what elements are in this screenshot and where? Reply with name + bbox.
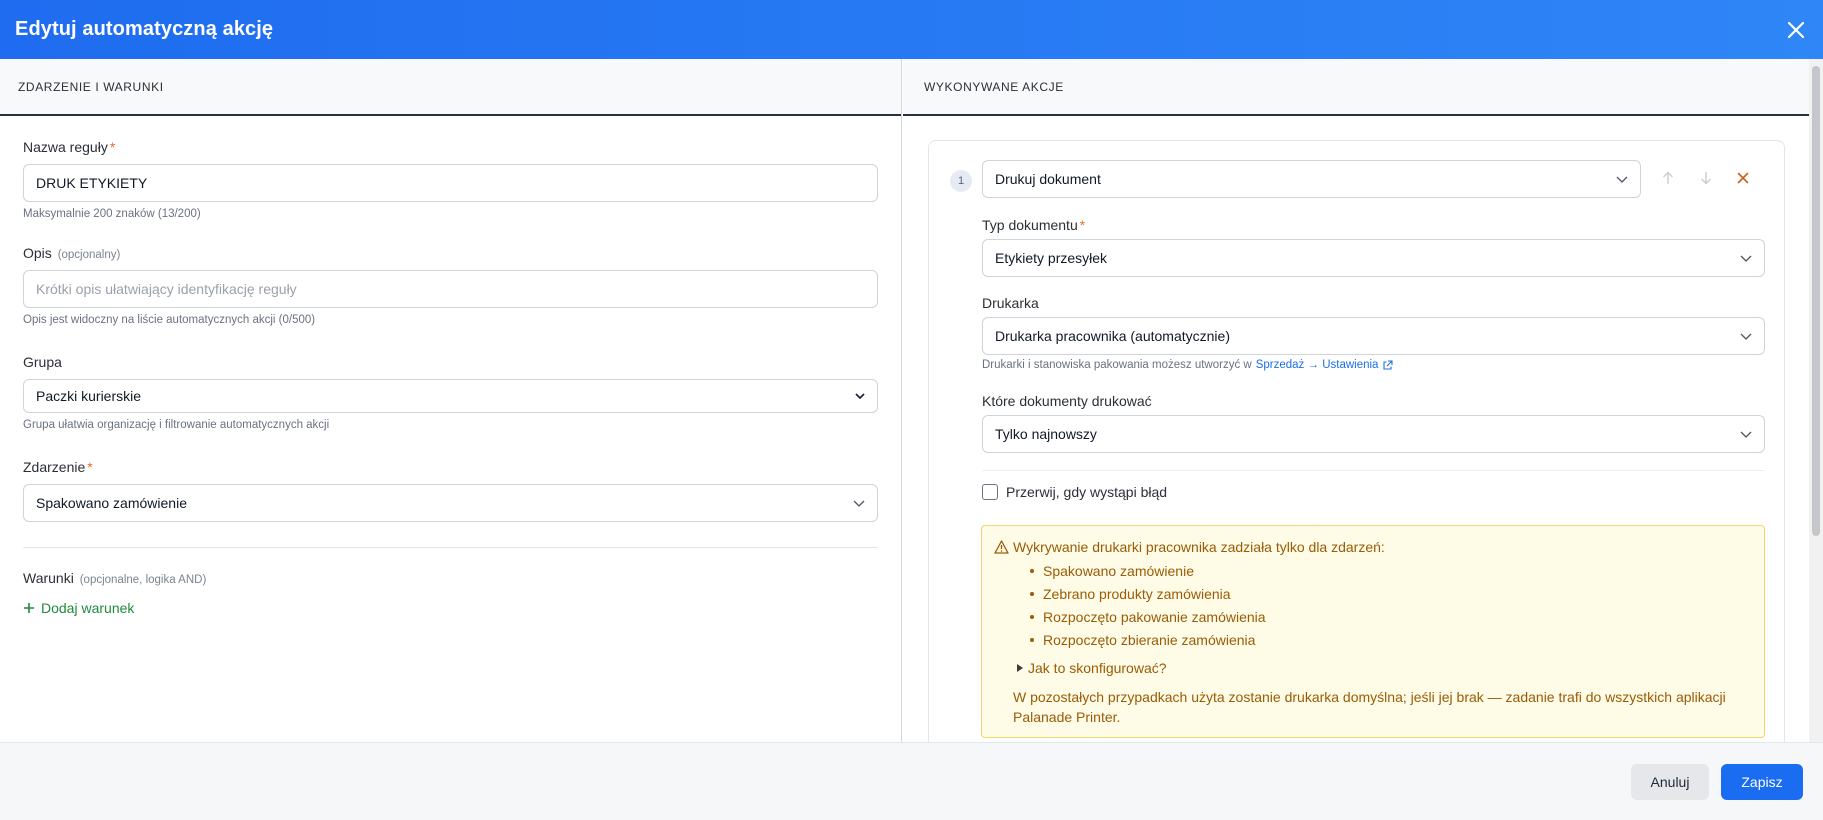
event-label: Zdarzenie * [23, 459, 93, 475]
document-type-label: Typ dokumentu * [982, 217, 1086, 233]
chevron-down-icon [1740, 333, 1752, 340]
actions-panel: WYKONYWANE AKCJE 1 Drukuj dokument Typ d… [903, 59, 1809, 742]
description-label: Opis (opcjonalny) [23, 245, 121, 261]
list-item: Spakowano zamówienie [1030, 563, 1194, 579]
actions-header: WYKONYWANE AKCJE [903, 59, 1809, 116]
description-input[interactable]: Krótki opis ułatwiający identyfikację re… [23, 270, 878, 308]
dialog-footer: Anuluj Zapisz [0, 742, 1823, 820]
list-item: Rozpoczęto pakowanie zamówienia [1030, 609, 1266, 625]
warning-note: W pozostałych przypadkach użyta zostanie… [1013, 689, 1726, 725]
how-to-configure-toggle[interactable]: Jak to skonfigurować? [1017, 660, 1167, 676]
rule-name-label: Nazwa reguły * [23, 139, 116, 155]
arrow-up-icon[interactable] [1658, 168, 1678, 188]
warning-triangle-icon [994, 540, 1009, 554]
close-icon[interactable] [1783, 17, 1809, 43]
event-conditions-panel: ZDARZENIE I WARUNKI Nazwa reguły * DRUK E… [0, 59, 902, 742]
action-card: 1 Drukuj dokument Typ dokumentu * Etykiet… [928, 140, 1785, 742]
dialog-title: Edytuj automatyczną akcję [15, 18, 274, 40]
event-select[interactable]: Spakowano zamówienie [23, 484, 878, 522]
scrollbar[interactable] [1809, 59, 1823, 742]
list-item: Rozpoczęto zbieranie zamówienia [1030, 632, 1255, 648]
stop-on-error-option[interactable]: Przerwij, gdy wystąpi błąd [982, 484, 1167, 500]
printer-warning-box: Wykrywanie drukarki pracownika zadziała … [981, 525, 1765, 738]
arrow-down-icon[interactable] [1696, 168, 1716, 188]
chevron-down-icon [853, 500, 865, 507]
rule-name-input[interactable]: DRUK ETYKIETY [23, 164, 878, 202]
add-condition-button[interactable]: Dodaj warunek [23, 600, 901, 616]
description-help: Opis jest widoczny na liście automatyczn… [23, 314, 316, 326]
printer-help: Drukarki i stanowiska pakowania możesz u… [982, 359, 1394, 371]
group-label: Grupa [23, 354, 62, 370]
group-help: Grupa ułatwia organizację i filtrowanie … [23, 419, 330, 431]
rule-form: Nazwa reguły * DRUK ETYKIETY Maksymalnie … [0, 139, 901, 616]
chevron-down-icon [1740, 431, 1752, 438]
chevron-down-icon [855, 392, 865, 399]
chevron-down-icon [1616, 176, 1628, 183]
sales-settings-link[interactable]: Sprzedaż → Ustawienia [1256, 359, 1379, 371]
document-type-select[interactable]: Etykiety przesyłek [982, 239, 1765, 277]
dialog-header: Edytuj automatyczną akcję [0, 0, 1823, 59]
chevron-down-icon [1740, 255, 1752, 262]
conditions-label: Warunki (opcjonalne, logika AND) [23, 570, 207, 586]
action-type-select[interactable]: Drukuj dokument [982, 160, 1641, 198]
warning-title: Wykrywanie drukarki pracownika zadziała … [1013, 539, 1385, 555]
external-link-icon [1383, 359, 1394, 370]
stop-on-error-checkbox[interactable] [982, 484, 998, 500]
printer-select[interactable]: Drukarka pracownika (automatycznie) [982, 317, 1765, 355]
divider [982, 470, 1765, 471]
group-select[interactable]: Paczki kurierskie [23, 379, 878, 413]
list-item: Zebrano produkty zamówienia [1030, 586, 1231, 602]
divider [23, 547, 878, 548]
event-conditions-header: ZDARZENIE I WARUNKI [0, 59, 901, 116]
scrollbar-thumb[interactable] [1812, 66, 1820, 536]
action-number-badge: 1 [950, 170, 972, 192]
plus-icon [24, 603, 34, 613]
which-documents-select[interactable]: Tylko najnowszy [982, 415, 1765, 453]
remove-icon[interactable] [1733, 168, 1753, 188]
rule-name-help: Maksymalnie 200 znaków (13/200) [23, 208, 201, 220]
which-documents-label: Które dokumenty drukować [982, 393, 1152, 409]
cancel-button[interactable]: Anuluj [1631, 764, 1709, 800]
save-button[interactable]: Zapisz [1721, 764, 1803, 800]
caret-right-icon [1017, 664, 1023, 672]
printer-label: Drukarka [982, 295, 1039, 311]
stop-on-error-label: Przerwij, gdy wystąpi błąd [1006, 484, 1168, 500]
